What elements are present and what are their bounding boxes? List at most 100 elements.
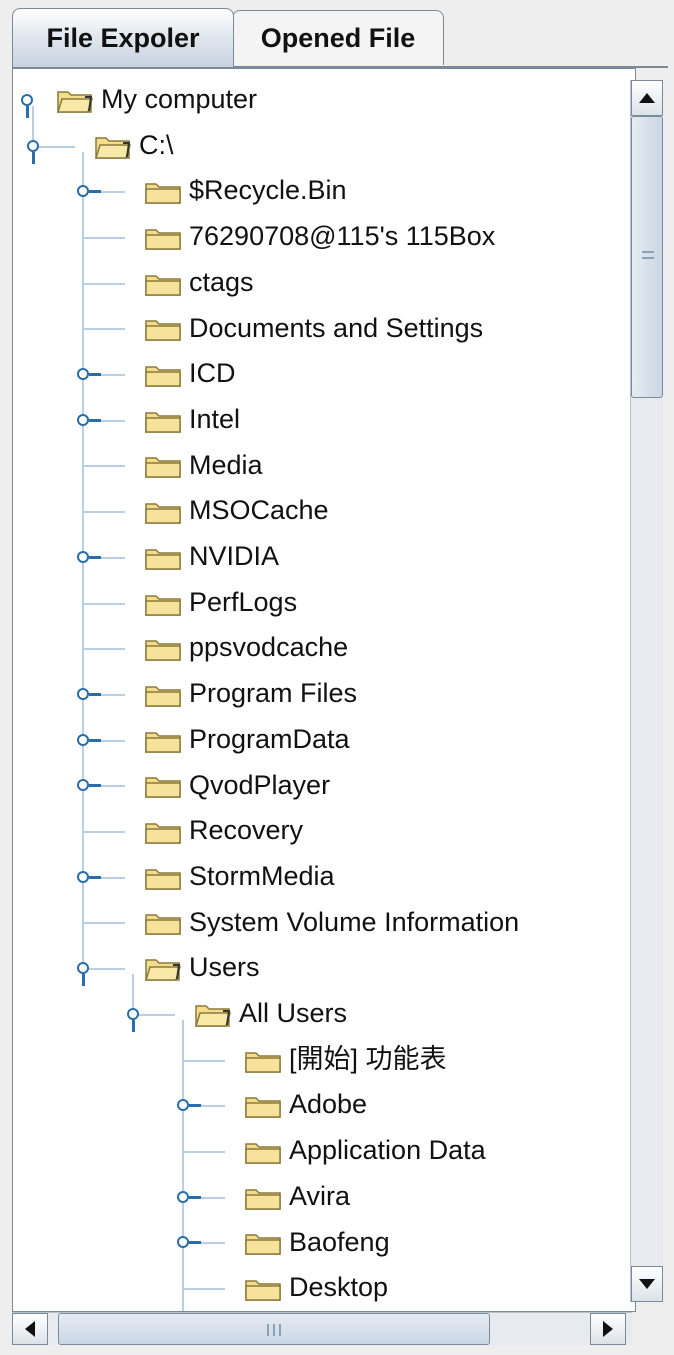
scroll-right-button[interactable] [590,1313,626,1345]
folder-icon [145,868,181,890]
tree-node[interactable]: 76290708@115's 115Box [13,214,633,258]
vertical-scroll-thumb[interactable] [631,116,663,398]
tree-node[interactable]: Baofeng [13,1220,633,1264]
tree-node[interactable]: Desktop [13,1265,633,1309]
collapse-toggle-icon[interactable] [21,93,33,118]
tree-node-label: PerfLogs [189,586,298,617]
tree-node-label: All Users [239,998,348,1028]
scroll-up-button[interactable] [631,80,663,116]
tree-node[interactable]: Documents and Settings [13,306,633,350]
tree-node[interactable]: QvodPlayer [13,763,633,807]
folder-icon [245,1143,281,1164]
tree-connector [183,1059,225,1062]
tab-file-explorer[interactable]: File Expoler [12,8,234,67]
tree-node-label: Recovery [189,815,304,846]
tree-node[interactable]: ppsvodcache [13,625,633,669]
tree-node[interactable]: My computer [13,77,633,121]
tree-node-label: C:\ [139,129,174,160]
folder-icon [145,686,181,707]
tree-node[interactable]: Application Data [13,1128,633,1172]
tree-node-label: Adobe [289,1089,368,1120]
tree-connector [183,1288,225,1291]
tree-node[interactable]: [開始] 功能表 [13,1037,633,1081]
expand-toggle-icon[interactable] [77,185,101,198]
scroll-corner [632,1312,662,1344]
expand-toggle-icon[interactable] [77,779,101,792]
tree-node[interactable]: Adobe [13,1082,633,1126]
tree-node[interactable]: ICD [13,351,633,395]
tree-panel: My computer C:\ $Recycle.Bin 76290708@115's… [12,68,636,1312]
tree-connector [83,465,125,468]
expand-toggle-icon[interactable] [77,733,101,746]
tree-node[interactable]: All Users [13,991,633,1035]
folder-icon [245,1280,281,1301]
folder-icon [145,411,181,433]
folder-open-icon [95,136,131,159]
folder-icon [145,366,181,387]
tree-node[interactable]: Recovery [13,808,633,852]
tree-node[interactable]: $Recycle.Bin [13,168,633,212]
expand-toggle-icon[interactable] [77,413,101,426]
folder-icon [145,229,181,250]
tree-node[interactable]: ProgramData [13,717,633,761]
tree-node[interactable]: C:\ [13,123,633,167]
tree-node-label: $Recycle.Bin [189,175,347,206]
folder-icon [245,1097,281,1118]
tree-node[interactable]: Users [13,945,633,989]
tree-node-label: Users [189,952,260,983]
folder-icon [145,320,181,342]
tree-node[interactable]: Intel [13,397,633,441]
tree-node-label: ppsvodcache [189,632,349,663]
tree-connector [33,145,75,148]
thumb-grip [642,251,654,253]
expand-toggle-icon[interactable] [77,550,101,563]
tree-node[interactable]: ctags [13,260,633,304]
arrow-up-icon [639,93,655,103]
collapse-toggle-icon[interactable] [77,962,89,987]
tree-node-label: NVIDIA [189,541,280,571]
tree-connector [83,602,125,605]
collapse-toggle-icon[interactable] [127,1007,139,1032]
tree-node[interactable]: PerfLogs [13,580,633,624]
horizontal-scroll-thumb[interactable] [58,1313,490,1345]
scroll-down-button[interactable] [631,1266,663,1302]
expand-toggle-icon[interactable] [177,1099,201,1112]
folder-icon [145,731,181,753]
tree-node-label: ProgramData [189,723,350,754]
expand-toggle-icon[interactable] [77,687,101,700]
folder-icon [145,183,181,204]
folder-icon [145,549,181,570]
tree-connector [83,328,125,331]
expand-toggle-icon[interactable] [77,870,101,883]
tree-connector [83,831,125,834]
folder-icon [145,457,181,479]
tab-opened-file[interactable]: Opened File [232,10,444,65]
tree-node-label: [開始] 功能表 [289,1043,447,1074]
tree-node-label: Avira [289,1180,351,1211]
tree-connector [83,922,125,925]
tree-node-label: Baofeng [289,1226,390,1257]
tree-node[interactable]: StormMedia [13,854,633,898]
tree-node-label: ICD [189,358,236,389]
collapse-toggle-icon[interactable] [27,139,39,164]
tree-node[interactable]: NVIDIA [13,534,633,578]
expand-toggle-icon[interactable] [177,1236,201,1249]
folder-icon [145,274,181,296]
tree-node-label: System Volume Information [189,906,520,937]
scroll-left-button[interactable] [12,1313,48,1345]
tree-node[interactable]: Program Files [13,671,633,715]
folder-icon [245,1051,281,1073]
thumb-grip [273,1324,275,1336]
horizontal-scrollbar[interactable] [12,1312,632,1345]
vertical-scrollbar[interactable] [630,80,663,1302]
expand-toggle-icon[interactable] [177,1190,201,1203]
tree-node[interactable]: Media [13,443,633,487]
tree-node-label: QvodPlayer [189,769,331,800]
tree-node[interactable]: Avira [13,1174,633,1218]
tree-connector [183,1150,225,1153]
tree-node[interactable]: System Volume Information [13,900,633,944]
folder-icon [245,1188,281,1210]
expand-toggle-icon[interactable] [77,368,101,381]
tree-connector [83,511,125,514]
tree-node[interactable]: MSOCache [13,488,633,532]
